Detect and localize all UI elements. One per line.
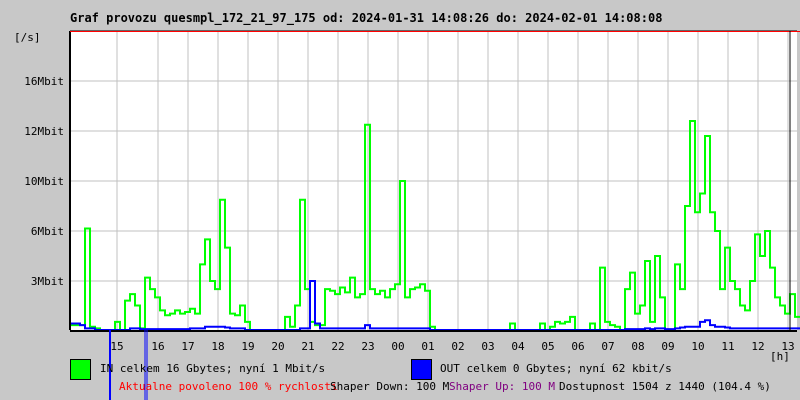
x-tick-label: 20 [271,340,284,353]
legend-out-text: OUT celkem 0 Gbytes; nyní 62 kbit/s [440,362,672,375]
x-tick-label: 00 [391,340,404,353]
y-tick-label: 6Mbit [31,225,64,238]
allowed-speed-text: Aktualne povoleno 100 % rychlosti [119,380,338,393]
x-tick-label: 06 [571,340,584,353]
x-tick-label: 10 [691,340,704,353]
x-tick-label: 01 [421,340,434,353]
y-tick-label: 12Mbit [24,125,64,138]
x-tick-label: 21 [301,340,314,353]
x-tick-label: 08 [631,340,644,353]
x-axis-unit: [h] [770,350,790,363]
x-tick-label: 19 [241,340,254,353]
y-tick-label: 3Mbit [31,275,64,288]
x-tick-label: 16 [151,340,164,353]
x-tick-label: 05 [541,340,554,353]
availability-text: Dostupnost 1504 z 1440 (104.4 %) [559,380,771,393]
x-tick-label: 11 [721,340,734,353]
x-tick-label: 15 [110,340,123,353]
y-tick-label: 10Mbit [24,175,64,188]
x-tick-label: 02 [451,340,464,353]
legend-out-swatch [411,359,432,380]
y-tick-label: 16Mbit [24,75,64,88]
x-tick-label: 03 [481,340,494,353]
x-tick-label: 12 [751,340,764,353]
x-tick-label: 07 [601,340,614,353]
x-tick-label: 23 [361,340,374,353]
x-tick-label: 18 [211,340,224,353]
x-tick-label: 22 [331,340,344,353]
traffic-chart: 3Mbit 6Mbit 10Mbit 12Mbit 16Mbit 15 16 17 18 19 20… [24,30,800,400]
shaper-up-text: Shaper Up: 100 M [449,380,555,393]
x-tick-label: 04 [511,340,525,353]
shaper-down-text: Shaper Down: 100 M [330,380,450,393]
x-tick-label: 09 [661,340,674,353]
x-tick-label: 17 [181,340,194,353]
legend-in-swatch [70,359,91,380]
legend-in-text: IN celkem 16 Gbytes; nyní 1 Mbit/s [100,362,326,375]
